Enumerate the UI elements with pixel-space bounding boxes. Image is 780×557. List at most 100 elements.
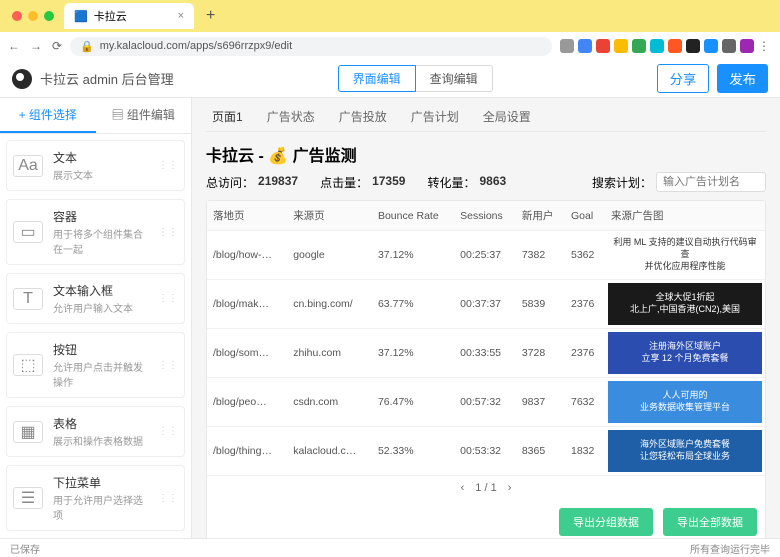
share-button[interactable]: 分享 xyxy=(657,64,710,93)
pager-prev-icon[interactable]: ‹ xyxy=(461,482,465,494)
component-item[interactable]: Aa 文本 展示文本 ⋮⋮ xyxy=(6,140,185,191)
component-item[interactable]: ▭ 容器 用于将多个组件集合在一起 ⋮⋮ xyxy=(6,199,185,265)
canvas-tabs: 页面1 广告状态 广告投放 广告计划 全局设置 xyxy=(206,108,766,132)
browser-tab[interactable]: 🟦 卡拉云 × xyxy=(64,3,194,29)
table-row[interactable]: /blog/mak… cn.bing.com/ 63.77% 00:37:37 … xyxy=(207,280,765,329)
mode-ui-button[interactable]: 界面编辑 xyxy=(338,65,416,92)
cell-goal: 5362 xyxy=(565,231,605,280)
canvas-tab[interactable]: 广告投放 xyxy=(339,108,387,125)
stat-value: 17359 xyxy=(372,174,405,191)
table-row[interactable]: /blog/som… zhihu.com 37.12% 00:33:55 372… xyxy=(207,329,765,378)
ext-icon[interactable] xyxy=(632,39,646,53)
ext-icon[interactable] xyxy=(740,39,754,53)
export-all-button[interactable]: 导出全部数据 xyxy=(663,508,757,536)
drag-handle-icon[interactable]: ⋮⋮ xyxy=(158,493,178,504)
column-header[interactable]: 来源广告图 xyxy=(605,201,765,231)
cell-bounce: 76.47% xyxy=(372,378,454,427)
drag-handle-icon[interactable]: ⋮⋮ xyxy=(158,426,178,437)
menu-icon[interactable]: ⋮ xyxy=(758,39,772,53)
component-item[interactable]: ⬚ 按钮 允许用户点击并触发操作 ⋮⋮ xyxy=(6,332,185,398)
component-item[interactable]: ☰ 下拉菜单 用于允许用户选择选项 ⋮⋮ xyxy=(6,465,185,531)
drag-handle-icon[interactable]: ⋮⋮ xyxy=(158,360,178,371)
browser-chrome: 🟦 卡拉云 × + ← → ⟳ 🔒 my.kalacloud.com/apps/… xyxy=(0,0,780,60)
stat-value: 9863 xyxy=(479,174,506,191)
component-icon: ⬚ xyxy=(13,354,43,376)
ad-table: 落地页来源页Bounce RateSessions新用户Goal来源广告图 /b… xyxy=(207,201,765,476)
column-header[interactable]: 落地页 xyxy=(207,201,287,231)
sidebar-tab-edit-label: 组件编辑 xyxy=(127,108,175,122)
column-header[interactable]: 来源页 xyxy=(287,201,372,231)
url-field[interactable]: 🔒 my.kalacloud.com/apps/s696rrzpx9/edit xyxy=(70,37,552,56)
app-title: 卡拉云 admin 后台管理 xyxy=(40,69,174,88)
ext-icon[interactable] xyxy=(686,39,700,53)
cell-bounce: 37.12% xyxy=(372,231,454,280)
stat-clicks: 点击量：17359 xyxy=(320,174,405,191)
cell-source: kalacloud.c… xyxy=(287,427,372,476)
back-icon[interactable]: ← xyxy=(8,39,20,53)
ext-icon[interactable] xyxy=(614,39,628,53)
table-row[interactable]: /blog/thing… kalacloud.c… 52.33% 00:53:3… xyxy=(207,427,765,476)
ext-icon[interactable] xyxy=(596,39,610,53)
ext-icon[interactable] xyxy=(578,39,592,53)
canvas-tab[interactable]: 全局设置 xyxy=(483,108,531,125)
cell-landing: /blog/thing… xyxy=(207,427,287,476)
ad-image: 全球大促1折起北上广,中国香港(CN2),美国 xyxy=(608,283,762,325)
component-item[interactable]: ▦ 表格 展示和操作表格数据 ⋮⋮ xyxy=(6,406,185,457)
canvas-tab[interactable]: 广告计划 xyxy=(411,108,459,125)
search-input[interactable] xyxy=(656,172,766,192)
canvas-tab[interactable]: 广告状态 xyxy=(267,108,315,125)
publish-button[interactable]: 发布 xyxy=(717,64,768,93)
component-desc: 用于允许用户选择选项 xyxy=(53,492,148,522)
column-header[interactable]: Bounce Rate xyxy=(372,201,454,231)
status-bar: 已保存 所有查询运行完毕 xyxy=(0,538,780,557)
cell-landing: /blog/mak… xyxy=(207,280,287,329)
component-desc: 用于将多个组件集合在一起 xyxy=(53,226,148,256)
status-queries: 所有查询运行完毕 xyxy=(690,541,770,556)
table-row[interactable]: /blog/peo… csdn.com 76.47% 00:57:32 9837… xyxy=(207,378,765,427)
table-body: /blog/how-… google 37.12% 00:25:37 7382 … xyxy=(207,231,765,476)
mode-query-button[interactable]: 查询编辑 xyxy=(416,65,493,92)
ext-icon[interactable] xyxy=(650,39,664,53)
canvas-tab[interactable]: 页面1 xyxy=(212,108,243,125)
component-icon: Aa xyxy=(13,155,43,177)
component-item[interactable]: T 文本输入框 允许用户输入文本 ⋮⋮ xyxy=(6,273,185,324)
ext-icon[interactable] xyxy=(704,39,718,53)
column-header[interactable]: 新用户 xyxy=(516,201,565,231)
component-text: 文本 展示文本 xyxy=(53,149,148,182)
app-logo-icon xyxy=(12,69,32,89)
forward-icon[interactable]: → xyxy=(30,39,42,53)
sidebar-tabs: + 组件选择 ▤ 组件编辑 xyxy=(0,98,191,134)
table-row[interactable]: /blog/how-… google 37.12% 00:25:37 7382 … xyxy=(207,231,765,280)
stats-row: 总访问：219837 点击量：17359 转化量：9863 搜索计划： xyxy=(206,172,766,192)
export-page-button[interactable]: 导出分组数据 xyxy=(559,508,653,536)
column-header[interactable]: Sessions xyxy=(454,201,516,231)
stat-label: 转化量： xyxy=(427,174,475,191)
component-name: 容器 xyxy=(53,208,148,225)
new-tab-button[interactable]: + xyxy=(200,7,221,25)
ext-icon[interactable] xyxy=(722,39,736,53)
minimize-window-icon[interactable] xyxy=(28,11,38,21)
tab-close-icon[interactable]: × xyxy=(178,10,184,22)
maximize-window-icon[interactable] xyxy=(44,11,54,21)
component-text: 表格 展示和操作表格数据 xyxy=(53,415,148,448)
sidebar-tab-select[interactable]: + 组件选择 xyxy=(0,98,96,133)
pager-text: 1 / 1 xyxy=(475,482,496,494)
cell-source: zhihu.com xyxy=(287,329,372,378)
close-window-icon[interactable] xyxy=(12,11,22,21)
pager-next-icon[interactable]: › xyxy=(508,482,512,494)
sidebar-tab-edit[interactable]: ▤ 组件编辑 xyxy=(96,98,192,133)
tab-title: 卡拉云 xyxy=(94,8,127,24)
cell-landing: /blog/som… xyxy=(207,329,287,378)
drag-handle-icon[interactable]: ⋮⋮ xyxy=(158,160,178,171)
drag-handle-icon[interactable]: ⋮⋮ xyxy=(158,227,178,238)
cell-goal: 2376 xyxy=(565,280,605,329)
drag-handle-icon[interactable]: ⋮⋮ xyxy=(158,293,178,304)
cell-newusers: 9837 xyxy=(516,378,565,427)
cell-sessions: 00:37:37 xyxy=(454,280,516,329)
column-header[interactable]: Goal xyxy=(565,201,605,231)
pager: ‹ 1 / 1 › xyxy=(207,476,765,500)
ext-icon[interactable] xyxy=(668,39,682,53)
page-title: 卡拉云 - 💰 广告监测 xyxy=(206,142,766,166)
reload-icon[interactable]: ⟳ xyxy=(52,39,62,53)
ext-icon[interactable] xyxy=(560,39,574,53)
